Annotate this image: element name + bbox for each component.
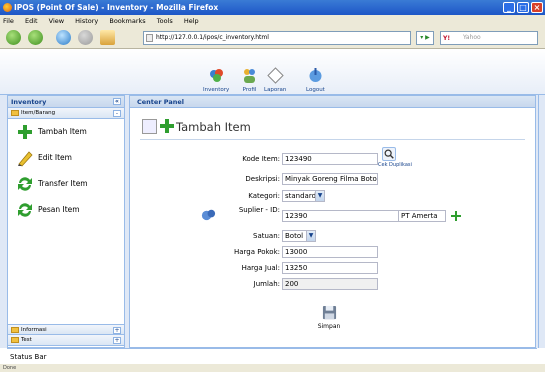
save-icon bbox=[322, 305, 336, 320]
folder-icon bbox=[11, 110, 19, 116]
form-title: Tambah Item bbox=[140, 116, 530, 138]
harga-pokok-field[interactable]: 13000 bbox=[282, 246, 378, 258]
harga-pokok-label: Harga Pokok: bbox=[233, 248, 280, 256]
accordion-item-test[interactable]: Test + bbox=[8, 335, 124, 346]
menu-help[interactable]: Help bbox=[184, 17, 199, 25]
expand-test-button[interactable]: + bbox=[113, 337, 121, 344]
menu-edit[interactable]: Edit bbox=[25, 17, 38, 25]
window-titlebar: IPOS (Point Of Sale) - Inventory - Mozil… bbox=[0, 0, 545, 15]
jumlah-label: Jumlah: bbox=[253, 280, 280, 288]
collapse-west-button[interactable]: « bbox=[113, 98, 121, 105]
accordion-item-informasi[interactable]: Informasi + bbox=[8, 324, 124, 335]
suplier-name-field[interactable]: PT Amerta bbox=[398, 210, 446, 222]
satuan-label: Satuan: bbox=[253, 232, 280, 240]
harga-jual-label: Harga Jual: bbox=[241, 264, 280, 272]
deskripsi-label: Deskripsi: bbox=[245, 175, 280, 183]
app-body: Inventory « Item/Barang - Tambah Item Ed… bbox=[0, 95, 545, 348]
home-button[interactable] bbox=[100, 30, 115, 45]
nav-pesan-item[interactable]: Pesan Item bbox=[8, 197, 124, 223]
order-icon bbox=[18, 203, 32, 217]
inventory-button[interactable]: Inventory bbox=[203, 67, 229, 93]
yahoo-icon: Y! bbox=[443, 35, 451, 42]
window-title: IPOS (Point Of Sale) - Inventory - Mozil… bbox=[14, 3, 219, 12]
add-supplier-icon[interactable] bbox=[451, 211, 461, 221]
close-button[interactable]: × bbox=[531, 2, 543, 13]
app-status-bar: Status Bar bbox=[7, 348, 537, 364]
go-button[interactable]: ▾ ▶ bbox=[416, 31, 434, 45]
expand-informasi-button[interactable]: + bbox=[113, 327, 121, 334]
jumlah-field[interactable]: 200 bbox=[282, 278, 378, 290]
folder-icon bbox=[11, 327, 19, 333]
document-icon bbox=[142, 119, 157, 134]
add-icon bbox=[18, 125, 32, 139]
kode-item-field[interactable]: 123490 bbox=[282, 153, 378, 165]
add-icon bbox=[160, 119, 174, 133]
menu-file[interactable]: File bbox=[3, 17, 14, 25]
west-panel-header: Inventory « bbox=[8, 96, 124, 108]
kategori-select[interactable]: standard ▼ bbox=[282, 190, 325, 202]
search-input[interactable]: Y! Yahoo bbox=[440, 31, 538, 45]
laporan-button[interactable]: Laporan bbox=[264, 67, 286, 93]
suplier-label: Suplier - ID: bbox=[238, 206, 280, 214]
logout-icon bbox=[309, 68, 322, 82]
navigation-toolbar: http://127.0.0.1/ipos/c_inventory.html ▾… bbox=[0, 27, 545, 49]
profile-icon bbox=[244, 69, 255, 83]
chevron-down-icon[interactable]: ▼ bbox=[315, 191, 324, 201]
cek-duplikasi-link[interactable]: Cek Duplikasi bbox=[378, 162, 412, 168]
nav-tambah-item[interactable]: Tambah Item bbox=[8, 119, 124, 145]
collapse-item-barang-button[interactable]: - bbox=[113, 110, 121, 117]
menu-history[interactable]: History bbox=[75, 17, 98, 25]
search-placeholder: Yahoo bbox=[463, 34, 481, 41]
save-button[interactable]: Simpan bbox=[314, 305, 344, 330]
maximize-button[interactable]: □ bbox=[517, 2, 529, 13]
url-text: http://127.0.0.1/ipos/c_inventory.html bbox=[156, 34, 269, 41]
search-icon bbox=[384, 149, 394, 159]
accordion-item-barang[interactable]: Item/Barang - bbox=[8, 108, 124, 119]
inventory-icon bbox=[209, 69, 223, 82]
menu-tools[interactable]: Tools bbox=[157, 17, 173, 25]
west-panel: Inventory « Item/Barang - Tambah Item Ed… bbox=[7, 95, 125, 348]
stop-button[interactable] bbox=[78, 30, 93, 45]
menu-bookmarks[interactable]: Bookmarks bbox=[109, 17, 145, 25]
tab-center-panel[interactable]: Center Panel bbox=[132, 96, 189, 108]
nav-transfer-item[interactable]: Transfer Item bbox=[8, 171, 124, 197]
chevron-down-icon[interactable]: ▼ bbox=[306, 231, 315, 241]
logout-button[interactable]: Logout bbox=[306, 67, 325, 93]
pencil-icon bbox=[18, 151, 33, 167]
profil-button[interactable]: Profil bbox=[241, 67, 258, 93]
firefox-icon bbox=[3, 3, 12, 12]
satuan-select[interactable]: Botol ▼ bbox=[282, 230, 316, 242]
form-content: Tambah Item Kode Item: 123490 Cek Duplik… bbox=[130, 108, 535, 347]
minimize-button[interactable]: _ bbox=[503, 2, 515, 13]
app-toolbar: Inventory Profil Laporan Logout bbox=[0, 49, 545, 95]
menu-view[interactable]: View bbox=[49, 17, 64, 25]
deskripsi-field[interactable]: Minyak Goreng Filma Botol bbox=[282, 173, 378, 185]
page-icon bbox=[146, 34, 153, 42]
west-panel-title: Inventory bbox=[11, 98, 47, 106]
accordion-bottom: Informasi + Test + bbox=[8, 324, 124, 346]
cek-duplikasi-button[interactable] bbox=[382, 147, 396, 161]
folder-icon bbox=[11, 337, 19, 343]
form-divider bbox=[140, 139, 525, 140]
kode-item-label: Kode Item: bbox=[242, 155, 280, 163]
url-bar[interactable]: http://127.0.0.1/ipos/c_inventory.html bbox=[143, 31, 411, 45]
east-collapsed-panel[interactable] bbox=[538, 95, 545, 348]
nav-edit-item[interactable]: Edit Item bbox=[8, 145, 124, 171]
refresh-icon bbox=[18, 177, 32, 191]
harga-jual-field[interactable]: 13250 bbox=[282, 262, 378, 274]
back-button[interactable] bbox=[6, 30, 21, 45]
center-tab-bar: Center Panel bbox=[130, 96, 535, 108]
browser-status-bar: Done bbox=[0, 364, 545, 372]
reload-button[interactable] bbox=[56, 30, 71, 45]
menu-bar: File Edit View History Bookmarks Tools H… bbox=[0, 15, 545, 27]
report-icon bbox=[266, 67, 284, 84]
forward-button[interactable] bbox=[28, 30, 43, 45]
kategori-label: Kategori: bbox=[248, 192, 280, 200]
center-panel: Center Panel Tambah Item Kode Item: 1234… bbox=[129, 95, 536, 348]
